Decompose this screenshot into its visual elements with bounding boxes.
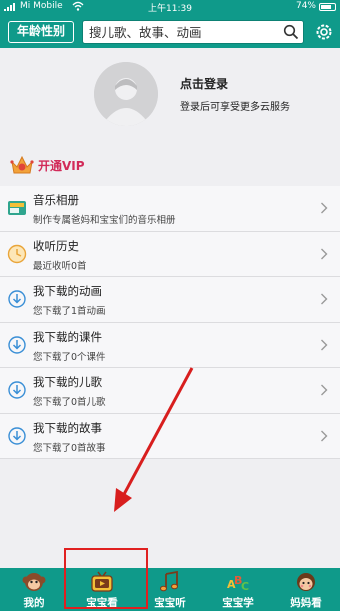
- menu-item-title: 我下载的儿歌: [33, 375, 102, 389]
- tab-label: 宝宝听: [154, 597, 186, 609]
- menu-item-title: 我下载的故事: [33, 420, 102, 435]
- menu-item-subtitle: 您下载了0个课件: [33, 351, 106, 363]
- user-silhouette-icon: [94, 62, 158, 126]
- menu-item-title: 音乐相册: [33, 193, 79, 207]
- crown-icon: [10, 155, 34, 174]
- menu-list: 音乐相册 制作专属爸妈和宝宝们的音乐相册 收听历史 最近收听0首 我下载的动画 …: [0, 186, 340, 459]
- search-bar[interactable]: [82, 20, 304, 44]
- menu-item-downloaded-courseware[interactable]: 我下载的课件 您下载了0个课件: [0, 322, 340, 368]
- login-subtitle: 登录后可享受更多云服务: [180, 102, 290, 113]
- tab-baby-watch[interactable]: 宝宝看: [68, 568, 136, 611]
- search-icon[interactable]: [283, 24, 299, 40]
- clock-icon: [7, 244, 27, 263]
- battery-icon: [319, 3, 336, 11]
- vip-entry[interactable]: 开通VIP: [0, 148, 340, 180]
- chevron-right-icon: [321, 293, 328, 305]
- chevron-right-icon: [321, 384, 328, 396]
- menu-item-title: 我下载的课件: [33, 329, 102, 344]
- menu-item-downloaded-animations[interactable]: 我下载的动画 您下载了1首动画: [0, 277, 340, 323]
- download-icon: [8, 426, 26, 445]
- menu-item-downloaded-songs[interactable]: 我下载的儿歌 您下载了0首儿歌: [0, 368, 340, 414]
- download-icon: [8, 290, 26, 308]
- menu-item-subtitle: 最近收听0首: [33, 260, 87, 272]
- menu-item-downloaded-stories[interactable]: 我下载的故事 您下载了0首故事: [0, 413, 340, 459]
- download-icon: [8, 381, 26, 399]
- monkey-icon: [22, 573, 46, 591]
- tv-icon: [91, 571, 113, 592]
- album-icon: [8, 201, 26, 215]
- menu-item-subtitle: 制作专属爸妈和宝宝们的音乐相册: [33, 215, 176, 226]
- chevron-right-icon: [321, 339, 328, 350]
- status-bar: Mi Mobile 上午11:39 74%: [0, 0, 340, 14]
- profile-section[interactable]: 点击登录 登录后可享受更多云服务: [0, 48, 340, 140]
- tab-label: 妈妈看: [290, 597, 322, 609]
- menu-item-subtitle: 您下载了1首动画: [33, 306, 106, 317]
- abc-icon: A B C: [227, 574, 249, 593]
- menu-item-title: 收听历史: [33, 238, 79, 253]
- avatar[interactable]: [94, 62, 158, 126]
- download-icon: [8, 335, 26, 354]
- vip-label: 开通VIP: [38, 159, 85, 173]
- tab-baby-learn[interactable]: A B C 宝宝学: [204, 568, 272, 611]
- tab-mom-watch[interactable]: 妈妈看: [272, 568, 340, 611]
- clock-time: 上午11:39: [148, 4, 192, 14]
- tab-label: 我的: [23, 597, 45, 609]
- tab-mine[interactable]: 我的: [0, 568, 68, 611]
- tab-label: 宝宝看: [86, 597, 118, 609]
- menu-item-subtitle: 您下载了0首故事: [33, 442, 106, 454]
- search-input[interactable]: [89, 22, 279, 42]
- tab-label: 宝宝学: [222, 597, 254, 609]
- music-icon: [160, 571, 178, 592]
- tab-baby-listen[interactable]: 宝宝听: [136, 568, 204, 611]
- menu-item-music-album[interactable]: 音乐相册 制作专属爸妈和宝宝们的音乐相册: [0, 186, 340, 232]
- age-gender-button[interactable]: 年龄性别: [8, 21, 74, 43]
- menu-item-title: 我下载的动画: [33, 284, 102, 298]
- bottom-tab-bar: 我的 宝宝看 宝宝听 A B C 宝宝学 妈妈看: [0, 568, 340, 611]
- login-title[interactable]: 点击登录: [180, 75, 228, 92]
- chevron-right-icon: [321, 202, 328, 214]
- menu-item-listen-history[interactable]: 收听历史 最近收听0首: [0, 231, 340, 277]
- mom-icon: [297, 573, 315, 591]
- menu-item-subtitle: 您下载了0首儿歌: [33, 397, 106, 408]
- svg-text:C: C: [241, 580, 249, 593]
- chevron-right-icon: [321, 430, 328, 441]
- chevron-right-icon: [321, 248, 328, 259]
- gear-icon[interactable]: [314, 22, 334, 42]
- top-header: 年龄性别: [0, 14, 340, 48]
- battery-percent: 74%: [295, 1, 316, 11]
